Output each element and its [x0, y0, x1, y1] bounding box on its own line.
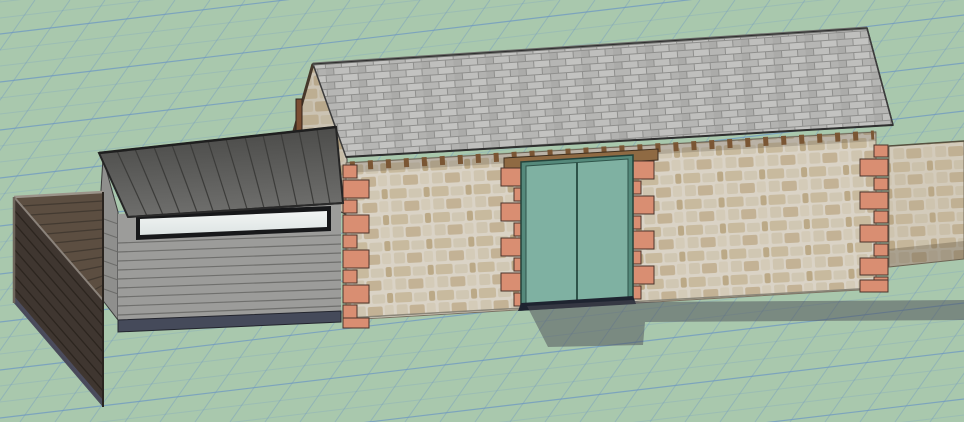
stone-barn	[292, 26, 894, 329]
teal-double-door	[518, 154, 636, 311]
viewport-canvas[interactable]	[0, 0, 964, 422]
model-scene	[0, 0, 964, 422]
clapboard-shed	[97, 125, 345, 333]
stone-boundary-wall	[888, 140, 964, 268]
